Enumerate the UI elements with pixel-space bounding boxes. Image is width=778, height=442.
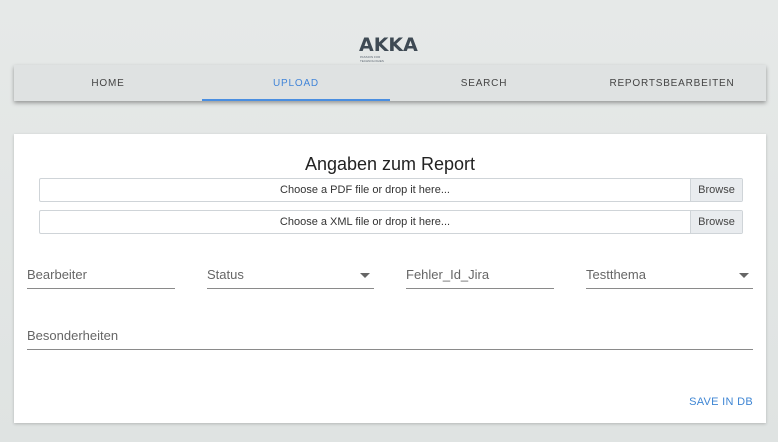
nav-home[interactable]: HOME xyxy=(14,65,202,101)
form-title: Angaben zum Report xyxy=(304,154,476,174)
fehler-id-jira-label: Fehler_Id_Jira xyxy=(406,267,490,282)
bearbeiter-label: Bearbeiter xyxy=(27,267,87,282)
besonderheiten-input[interactable]: Besonderheiten xyxy=(27,325,753,350)
top-navigation: HOME UPLOAD SEARCH REPORTSBEARBEITEN xyxy=(14,65,766,101)
logo-tagline: PASSION FOR TECHNOLOGIES xyxy=(360,55,384,63)
status-select[interactable]: Status xyxy=(207,264,374,289)
nav-search[interactable]: SEARCH xyxy=(390,65,578,101)
akka-logo: AKKA PASSION FOR TECHNOLOGIES xyxy=(359,34,423,66)
report-form-card: Angaben zum Report Choose a PDF file or … xyxy=(14,134,766,423)
besonderheiten-label: Besonderheiten xyxy=(27,328,119,343)
xml-file-drop[interactable]: Choose a XML file or drop it here... Bro… xyxy=(39,210,743,234)
nav-reportsbearbeiten[interactable]: REPORTSBEARBEITEN xyxy=(578,65,766,101)
chevron-down-icon xyxy=(739,273,749,278)
nav-upload[interactable]: UPLOAD xyxy=(202,65,390,101)
bearbeiter-input[interactable]: Bearbeiter xyxy=(27,264,175,289)
save-in-db-button[interactable]: SAVE IN DB xyxy=(689,396,753,408)
testthema-select[interactable]: Testthema xyxy=(586,264,753,289)
pdf-file-placeholder: Choose a PDF file or drop it here... xyxy=(280,184,450,196)
logo-text: AKKA xyxy=(359,34,418,56)
testthema-label: Testthema xyxy=(586,267,646,282)
xml-file-placeholder: Choose a XML file or drop it here... xyxy=(279,216,451,228)
pdf-browse-button[interactable]: Browse xyxy=(690,179,742,201)
status-label: Status xyxy=(207,267,244,282)
chevron-down-icon xyxy=(360,273,370,278)
pdf-file-drop[interactable]: Choose a PDF file or drop it here... Bro… xyxy=(39,178,743,202)
fehler-id-jira-input[interactable]: Fehler_Id_Jira xyxy=(406,264,554,289)
xml-browse-button[interactable]: Browse xyxy=(690,211,742,233)
active-tab-indicator xyxy=(202,99,390,101)
